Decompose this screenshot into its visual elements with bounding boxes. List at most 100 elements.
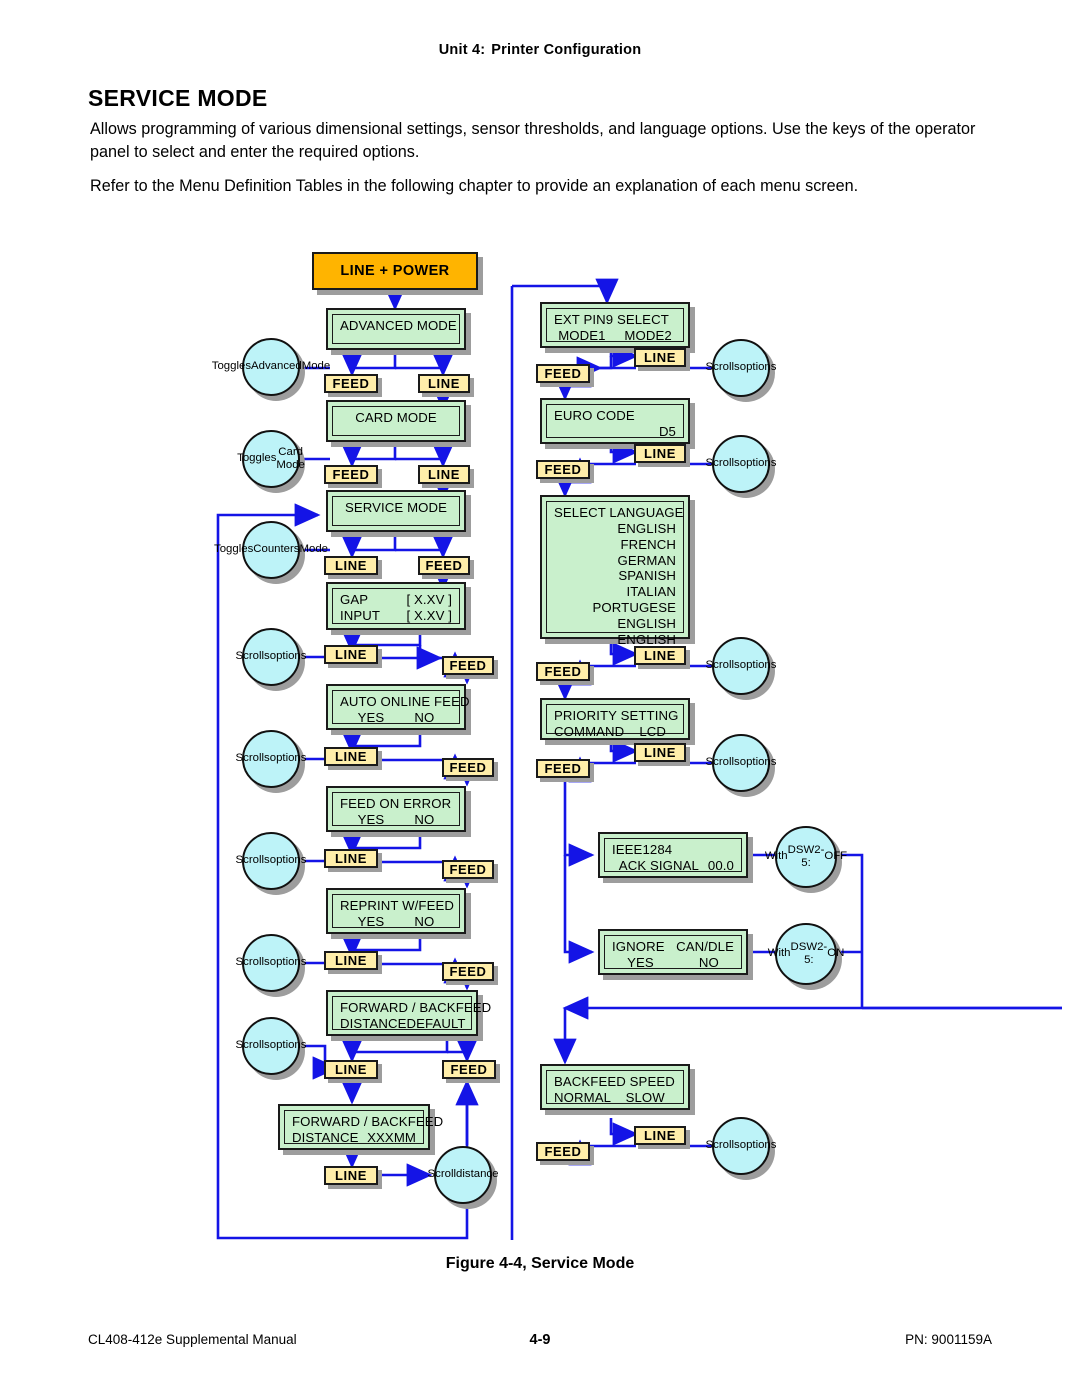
screen-line: IEEE1284 <box>612 842 673 857</box>
screen-forward-backfeed-distance: FORWARD / BACKFEED DISTANCE XXXMM <box>278 1104 444 1150</box>
intro-paragraph-1: Allows programming of various dimensiona… <box>90 120 976 161</box>
annotation-bubble-dsw2-5-on: With DSW2-5: ON <box>768 923 844 985</box>
key-button-feed[interactable]: FEED <box>536 460 590 479</box>
screen-forward-backfeed-default: FORWARD / BACKFEED DISTANCE DEFAULT <box>326 990 492 1036</box>
screen-options: YES NO <box>357 709 435 725</box>
key-button-line[interactable]: LINE <box>324 1060 378 1079</box>
screen-line: FEED ON ERROR <box>340 796 452 811</box>
annotation-bubble-scrolls-options: Scrolls options <box>706 637 776 695</box>
key-button-feed[interactable]: FEED <box>442 656 494 675</box>
language-option: ENGLISH <box>617 520 676 536</box>
screen-options: YES NO <box>627 954 719 970</box>
annotation-bubble-scrolls-options: Scrolls options <box>706 1117 776 1175</box>
annotation-bubble-scrolls-options: Scrolls options <box>236 832 306 890</box>
screen-line: SELECT LANGUAGE <box>554 505 684 520</box>
key-button-line[interactable]: LINE <box>634 348 686 367</box>
screen-value: DEFAULT <box>406 1015 466 1031</box>
language-option: ITALIAN <box>626 584 676 600</box>
manual-page: Unit 4: Printer Configuration SERVICE MOD… <box>0 0 1080 1397</box>
screen-line: EXT PIN9 SELECT <box>554 312 669 327</box>
screen-select-language: SELECT LANGUAGE ENGLISH FRENCH GERMAN SP… <box>540 495 690 647</box>
screen-ignore-candle: IGNORE CAN/DLE YES NO <box>598 929 748 975</box>
key-button-feed[interactable]: FEED <box>442 758 494 777</box>
screen-line: SERVICE MODE <box>344 500 448 515</box>
annotation-bubble-scrolls-options: Scrolls options <box>236 730 306 788</box>
screen-line: EURO CODE <box>554 408 635 423</box>
language-option: ENGLISH <box>617 615 676 631</box>
key-button-line[interactable]: LINE <box>324 849 378 868</box>
screen-card-mode: CARD MODE <box>326 400 466 442</box>
annotation-bubble-dsw2-5-off: With DSW2-5: OFF <box>765 826 847 888</box>
screen-advanced-mode: ADVANCED MODE <box>326 308 466 350</box>
intro-paragraph-2: Refer to the Menu Definition Tables in t… <box>90 177 859 195</box>
screen-label: IGNORE <box>612 939 665 954</box>
key-button-line[interactable]: LINE <box>418 465 470 484</box>
screen-value: D5 <box>658 423 676 439</box>
header-chapter: Printer Configuration <box>491 42 642 58</box>
screen-options: MODE1 MODE2 <box>558 327 672 343</box>
annotation-bubble-toggles-counters-mode: Toggles Counters Mode <box>214 521 328 579</box>
screen-service-mode: SERVICE MODE <box>326 490 466 532</box>
running-header: Unit 4: Printer Configuration <box>0 42 1080 58</box>
screen-line: BACKFEED SPEED <box>554 1074 675 1089</box>
annotation-bubble-scrolls-options: Scrolls options <box>706 734 776 792</box>
screen-options: NORMAL SLOW <box>554 1089 665 1105</box>
screen-ieee1284: IEEE1284 ACK SIGNAL 00.0 <box>598 832 748 878</box>
annotation-bubble-scrolls-options: Scrolls options <box>236 934 306 992</box>
screen-value: CAN/DLE <box>676 939 734 954</box>
annotation-bubble-scrolls-options: Scrolls options <box>706 339 776 397</box>
start-node-line-power: LINE + POWER <box>312 252 478 290</box>
key-button-feed[interactable]: FEED <box>442 1060 496 1079</box>
screen-line: PRIORITY SETTING <box>554 708 679 723</box>
screen-value: [ X.XV ] <box>406 607 452 623</box>
screen-options: COMMAND LCD <box>554 723 667 739</box>
screen-line: REPRINT W/FEED <box>340 898 454 913</box>
language-option: FRENCH <box>620 536 676 552</box>
screen-gap-input: GAP [ X.XV ] INPUT [ X.XV ] <box>326 582 466 630</box>
figure-caption: Figure 4-4, Service Mode <box>445 1255 635 1272</box>
annotation-bubble-scroll-distance: Scroll distance <box>428 1146 498 1204</box>
key-button-feed[interactable]: FEED <box>536 662 590 681</box>
key-button-feed[interactable]: FEED <box>324 465 378 484</box>
key-button-feed[interactable]: FEED <box>442 962 494 981</box>
screen-auto-online-feed: AUTO ONLINE FEED YES NO <box>326 684 469 730</box>
key-button-line[interactable]: LINE <box>324 645 378 664</box>
key-button-line[interactable]: LINE <box>324 951 378 970</box>
language-option: GERMAN <box>617 552 676 568</box>
screen-value: 00.0 <box>707 857 734 873</box>
header-unit: Unit 4: <box>438 42 486 58</box>
key-button-line[interactable]: LINE <box>634 743 686 762</box>
key-button-line[interactable]: LINE <box>324 747 378 766</box>
key-button-feed[interactable]: FEED <box>536 759 590 778</box>
annotation-bubble-scrolls-options: Scrolls options <box>706 435 776 493</box>
key-button-line[interactable]: LINE <box>418 374 470 393</box>
annotation-bubble-toggles-advanced-mode: Toggles Advanced Mode <box>212 338 330 396</box>
key-button-line[interactable]: LINE <box>634 444 686 463</box>
footer-part-number: PN: 9001159A <box>905 1332 992 1347</box>
annotation-bubble-toggles-card-mode: Toggles Card Mode <box>237 430 305 488</box>
screen-label: DISTANCE <box>340 1015 407 1031</box>
screen-options: YES NO <box>357 811 435 827</box>
key-button-feed[interactable]: FEED <box>418 556 470 575</box>
key-button-feed[interactable]: FEED <box>442 860 494 879</box>
key-button-line[interactable]: LINE <box>324 1166 378 1185</box>
key-button-line[interactable]: LINE <box>634 646 686 665</box>
key-button-feed[interactable]: FEED <box>324 374 378 393</box>
key-button-line[interactable]: LINE <box>634 1126 686 1145</box>
screen-line: ADVANCED MODE <box>340 318 457 333</box>
screen-label: ACK SIGNAL <box>612 857 699 873</box>
screen-value: [ X.XV ] <box>406 592 452 607</box>
language-option: PORTUGESE <box>592 600 676 616</box>
page-footer: CL408-412e Supplemental Manual 4-9 PN: 9… <box>0 1332 1080 1352</box>
screen-line: FORWARD / BACKFEED <box>292 1114 444 1129</box>
screen-euro-code: EURO CODE D5 <box>540 398 690 444</box>
key-button-feed[interactable]: FEED <box>536 364 590 383</box>
page-title: SERVICE MODE <box>88 85 268 111</box>
screen-reprint-with-feed: REPRINT W/FEED YES NO <box>326 888 466 934</box>
key-button-line[interactable]: LINE <box>324 556 378 575</box>
key-button-feed[interactable]: FEED <box>536 1142 590 1161</box>
screen-line: FORWARD / BACKFEED <box>340 1000 492 1015</box>
screen-feed-on-error: FEED ON ERROR YES NO <box>326 786 466 832</box>
language-option: SPANISH <box>618 568 676 584</box>
screen-options: YES NO <box>357 913 435 929</box>
